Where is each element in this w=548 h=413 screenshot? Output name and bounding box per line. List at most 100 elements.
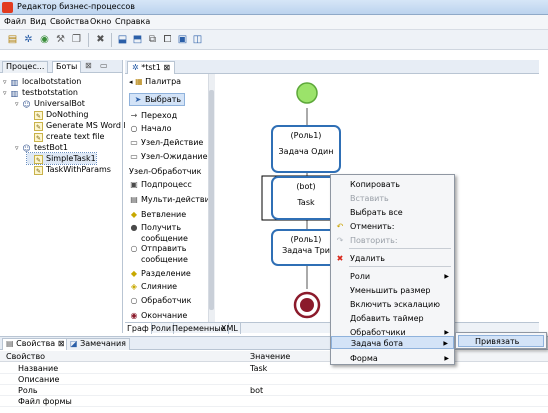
palette-item[interactable]: ◆ Ветвление (129, 209, 186, 220)
tree-item[interactable]: ✎ Generate MS Word Re (27, 120, 134, 131)
tab-graph[interactable]: Граф (125, 323, 152, 334)
menu-help[interactable]: Справка (115, 17, 150, 26)
tab-processes[interactable]: Процес... (2, 61, 49, 73)
context-menu-label: Выбрать все (350, 208, 403, 217)
menu-view[interactable]: Вид (30, 17, 46, 26)
bots-panel: Процес... Боты ⊠ ▭ ▿ ▥ localbotstation ▿ ▥ te… (0, 60, 134, 333)
start-node[interactable] (296, 82, 318, 104)
toolbar: ▤ ✲ ◉ ⚒ ❐ ✖ ⬓ ⬒ ⧉ ⧠ ▣ ◫ (0, 30, 548, 50)
task-node-1[interactable]: (Роль1) Задача Один (271, 125, 341, 173)
tab-problems[interactable]: ◪ Замечания (66, 338, 130, 350)
task-icon: ✎ (34, 111, 43, 120)
tree-item[interactable]: ▿ ▥ testbotstation (3, 87, 78, 98)
menu-file[interactable]: Файл (4, 17, 26, 26)
palette-item[interactable]: ○ Обработчик (129, 295, 192, 306)
palette-item-label: сообщение (141, 234, 188, 243)
open-icon[interactable]: ⧉ (146, 33, 159, 46)
palette-scroll-thumb[interactable] (209, 90, 214, 310)
context-menu-item[interactable]: Выбрать все (331, 206, 454, 219)
context-menu-item[interactable]: ↷ Повторить: (331, 234, 454, 247)
bind-menu-item[interactable]: Привязать (458, 335, 544, 347)
delete-icon: ✖ (336, 254, 344, 263)
settings-icon[interactable]: ✲ (22, 33, 35, 46)
globe-icon[interactable]: ◉ (38, 33, 51, 46)
export-icon[interactable]: ⬒ (131, 33, 144, 46)
palette-item[interactable]: ▭ Узел-Ожидание (129, 151, 207, 162)
property-row[interactable]: Файл формы (0, 396, 548, 407)
import-icon[interactable]: ⬓ (116, 33, 129, 46)
wrench-icon[interactable]: ⚒ (54, 33, 67, 46)
computer-icon: ▥ (10, 78, 19, 87)
minimize-icon[interactable]: ▭ (100, 61, 108, 70)
tab-problems-label: Замечания (80, 339, 126, 348)
tree-item[interactable]: ✎ DoNothing (27, 109, 89, 120)
close-icon[interactable]: ⊠ (163, 63, 170, 72)
context-menu-label: Уменьшить размер (350, 286, 431, 295)
task-icon: ✎ (34, 166, 43, 175)
palette-item-label: Узел-Действие (141, 138, 204, 147)
tree-item-label: DoNothing (46, 110, 89, 119)
palette-item[interactable]: ▤ Мульти-действие (129, 194, 215, 205)
tree-item[interactable]: ▿ ☺ testBot1 (15, 142, 68, 153)
context-menu-item[interactable]: Копировать (331, 178, 454, 191)
menu-properties[interactable]: Свойства (50, 17, 89, 26)
context-menu-item[interactable]: ↶ Отменить: (331, 220, 454, 233)
close-icon[interactable]: ⊠ (58, 339, 65, 348)
context-menu-item[interactable]: Включить эскалацию (331, 298, 454, 311)
palette-header[interactable]: ◂ ▦ Палитра (129, 77, 181, 86)
palette-item[interactable]: ◈ Слияние (129, 281, 177, 292)
delete-icon[interactable]: ✖ (94, 33, 107, 46)
palette-item[interactable]: ▭ Узел-Действие (129, 137, 203, 148)
context-menu-label: Удалить (350, 254, 385, 263)
palette-item-label: Отправить (141, 244, 187, 253)
property-value[interactable]: bot (250, 385, 263, 396)
tree-item[interactable]: ✎ SimpleTask1 (26, 152, 97, 165)
palette-item[interactable]: ◆ Разделение (129, 268, 191, 279)
tab-bots[interactable]: Боты (52, 61, 82, 73)
tree-item[interactable]: ✎ create text file (27, 131, 104, 142)
palette-item[interactable]: ▣ Подпроцесс (129, 179, 192, 190)
tree-item[interactable]: ▿ ▥ localbotstation (3, 76, 81, 87)
redo-icon: ↷ (336, 236, 344, 245)
context-menu-item[interactable]: Задача бота ▶ (331, 336, 454, 349)
palette-item[interactable]: ◉ Окончание (129, 310, 188, 321)
property-row[interactable]: Роль bot (0, 385, 548, 396)
tree-item[interactable]: ▿ ☺ UniversalBot (15, 98, 85, 109)
wait-node-icon: ▭ (130, 152, 138, 161)
palette-item[interactable]: ● Получить сообщение (129, 222, 188, 244)
context-menu-item[interactable]: Уменьшить размер (331, 284, 454, 297)
tab-xml[interactable]: XML (219, 323, 241, 334)
palette-item[interactable]: → Переход (129, 110, 177, 121)
expand-toggle-icon[interactable]: ▿ (15, 143, 22, 154)
context-menu-item[interactable]: Добавить таймер (331, 312, 454, 325)
expand-toggle-icon[interactable]: ▿ (3, 88, 10, 99)
undo-icon: ↶ (336, 222, 344, 231)
tab-tst1[interactable]: ✲ *tst1 ⊠ (127, 61, 176, 74)
context-menu-item[interactable]: ✖ Удалить (331, 252, 454, 265)
tree-item-label: create text file (46, 132, 105, 141)
palette-item[interactable]: ○ Начало (129, 123, 172, 134)
tree-item[interactable]: ✎ TaskWithParams (27, 164, 111, 175)
paste-icon[interactable]: ⧠ (161, 33, 174, 46)
node-role: (Роль1) (290, 131, 322, 140)
context-menu-label: Отменить: (350, 222, 395, 231)
property-value[interactable]: Task (250, 363, 267, 374)
save-icon[interactable]: ▣ (176, 33, 189, 46)
menu-window[interactable]: Окно (90, 17, 111, 26)
new-project-icon[interactable]: ▤ (6, 33, 19, 46)
tab-properties[interactable]: ▤ Свойства ⊠ (2, 338, 69, 350)
context-menu-item[interactable]: Роли ▶ (331, 270, 454, 283)
palette-item[interactable]: ○ Отправить сообщение (129, 243, 188, 265)
handler-icon: ○ (130, 296, 138, 305)
context-menu-item[interactable]: Форма ▶ (331, 352, 454, 365)
property-row[interactable]: Название Task (0, 363, 548, 374)
context-menu-item[interactable]: Вставить (331, 192, 454, 205)
property-row[interactable]: Описание (0, 374, 548, 385)
save-all-icon[interactable]: ◫ (191, 33, 204, 46)
expand-toggle-icon[interactable]: ▿ (15, 99, 22, 110)
copy-icon[interactable]: ❐ (70, 33, 83, 46)
palette-item[interactable]: ➤ Выбрать (129, 93, 186, 106)
palette-title: Палитра (145, 77, 182, 86)
palette-item[interactable]: Узел-Обработчик (129, 166, 202, 177)
close-icon[interactable]: ⊠ (85, 61, 92, 70)
